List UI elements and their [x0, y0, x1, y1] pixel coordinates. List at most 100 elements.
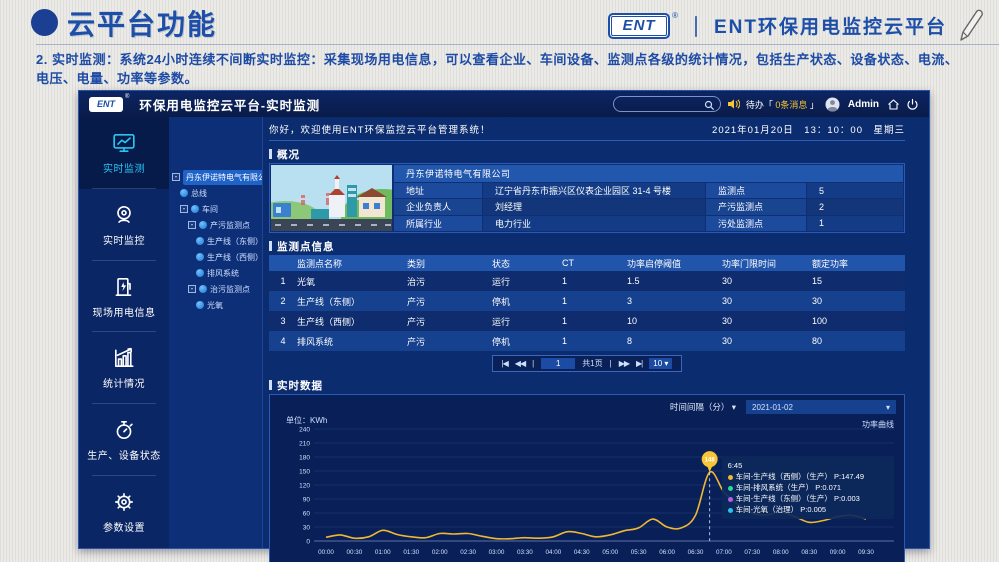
tree-collapse-icon[interactable]: - — [188, 285, 196, 293]
company-illustration — [271, 165, 392, 231]
column-header: 类别 — [407, 257, 492, 270]
tree-node[interactable]: -丹东伊诺特电气有限公司 — [169, 169, 262, 185]
svg-text:0: 0 — [306, 539, 310, 546]
column-header: 功率门限时间 — [722, 257, 812, 270]
tree-collapse-icon[interactable]: - — [188, 221, 196, 229]
stopwatch-icon — [112, 418, 136, 442]
ent-logo: ENT — [608, 13, 670, 39]
svg-text:02:30: 02:30 — [460, 549, 476, 556]
svg-text:07:00: 07:00 — [716, 549, 732, 556]
registered-mark-small: ® — [125, 94, 129, 100]
todo-status[interactable]: 待办「 0条消息 」 — [746, 98, 819, 111]
svg-text:01:30: 01:30 — [403, 549, 419, 556]
overview-row: 企业负责人刘经理产污监测点2 — [394, 199, 903, 214]
username[interactable]: Admin — [848, 99, 879, 110]
gear-icon — [112, 490, 136, 514]
page-input[interactable]: 1 — [541, 358, 575, 369]
tree: -丹东伊诺特电气有限公司总线-车间-产污监测点生产线（东侧）生产线（西侧）排风系… — [169, 117, 263, 548]
svg-text:02:00: 02:00 — [432, 549, 448, 556]
line-chart[interactable]: 030609012015018021024000:0000:3001:0001:… — [274, 423, 902, 562]
svg-text:240: 240 — [299, 427, 310, 434]
points-header: #监测点名称类别状态CT功率启停阈值功率门限时间额定功率 — [269, 255, 905, 271]
tree-node-icon — [180, 189, 188, 197]
svg-text:148: 148 — [705, 457, 716, 463]
table-row[interactable]: 2生产线（东侧）产污停机133030 — [269, 291, 905, 311]
tree-node[interactable]: -治污监测点 — [169, 281, 262, 297]
power-icon[interactable] — [906, 98, 919, 111]
points-section-title: 监测点信息 — [269, 239, 905, 253]
svg-text:09:30: 09:30 — [858, 549, 874, 556]
app-window: ENT ® 环保用电监控云平台-实时监测 待办「 0条消息 」 Admin — [78, 90, 930, 549]
sidebar-item-monitor-chart[interactable]: 实时监测 — [79, 117, 169, 189]
svg-text:150: 150 — [299, 469, 310, 476]
prev-page-icon[interactable]: ◀◀ — [515, 359, 525, 368]
svg-text:04:30: 04:30 — [574, 549, 590, 556]
svg-text:05:00: 05:00 — [602, 549, 618, 556]
tree-node[interactable]: 生产线（东侧） — [169, 233, 262, 249]
svg-text:04:00: 04:00 — [546, 549, 562, 556]
power-curve — [326, 472, 866, 539]
date-select[interactable]: 2021-01-02▾ — [746, 400, 896, 414]
brand-name: ENT环保用电监控云平台 — [714, 12, 947, 39]
header-divider — [36, 44, 999, 45]
svg-text:06:00: 06:00 — [659, 549, 675, 556]
tree-node-icon — [191, 205, 199, 213]
sidebar-item-gear[interactable]: 参数设置 — [79, 476, 169, 548]
bullet-dot — [31, 9, 58, 36]
tree-node[interactable]: -车间 — [169, 201, 262, 217]
charging-station-icon — [112, 275, 136, 299]
last-page-icon[interactable]: ▶| — [636, 359, 642, 368]
svg-text:05:30: 05:30 — [631, 549, 647, 556]
home-icon[interactable] — [887, 98, 900, 111]
tree-node-icon — [196, 269, 204, 277]
svg-text:03:30: 03:30 — [517, 549, 533, 556]
main-content: 你好，欢迎使用ENT环保监控云平台管理系统！ 2021年01月20日 13：10… — [263, 117, 929, 548]
registered-mark: ® — [672, 11, 678, 20]
tree-node-icon — [196, 253, 204, 261]
app-titlebar: ENT ® 环保用电监控云平台-实时监测 待办「 0条消息 」 Admin — [79, 91, 929, 117]
pagination: |◀ ◀◀ | 1 共1页 | ▶▶ ▶| 10 ▾ — [492, 355, 683, 372]
svg-text:08:00: 08:00 — [773, 549, 789, 556]
overview-card: 丹东伊诺特电气有限公司 地址辽宁省丹东市振兴区仪表企业园区 31-4 号楼监测点… — [269, 163, 905, 233]
page-size-select[interactable]: 10 ▾ — [649, 358, 672, 369]
column-header: 状态 — [492, 257, 562, 270]
tree-collapse-icon[interactable]: - — [180, 205, 188, 213]
page-title: 云平台功能 — [67, 3, 217, 43]
svg-text:210: 210 — [299, 441, 310, 448]
realtime-chart-card[interactable]: 时间间隔（分） ▾ 2021-01-02▾ 功率曲线 单位：KWh 030609… — [269, 394, 905, 562]
next-page-icon[interactable]: ▶▶ — [619, 359, 629, 368]
tree-node[interactable]: 总线 — [169, 185, 262, 201]
table-row[interactable]: 3生产线（西侧）产污运行11030100 — [269, 311, 905, 331]
table-row[interactable]: 1光氧治污运行11.53015 — [269, 271, 905, 291]
sidebar-item-charging-station[interactable]: 现场用电信息 — [79, 261, 169, 333]
tree-node-icon — [199, 285, 207, 293]
search-box[interactable] — [613, 96, 721, 112]
svg-text:90: 90 — [303, 497, 311, 504]
tree-node-icon — [196, 237, 204, 245]
tree-node[interactable]: 排风系统 — [169, 265, 262, 281]
first-page-icon[interactable]: |◀ — [502, 359, 508, 368]
brand: ENT ® ｜ ENT环保用电监控云平台 — [608, 11, 947, 40]
overview-row: 地址辽宁省丹东市振兴区仪表企业园区 31-4 号楼监测点5 — [394, 183, 903, 198]
tree-node[interactable]: 生产线（西侧） — [169, 249, 262, 265]
sidebar-item-webcam[interactable]: 实时监控 — [79, 189, 169, 261]
tree-node-icon — [196, 301, 204, 309]
sidebar-item-bar-chart[interactable]: 统计情况 — [79, 332, 169, 404]
table-row[interactable]: 4排风系统产污停机183080 — [269, 331, 905, 351]
tree-node-icon — [199, 221, 207, 229]
points-body: 1光氧治污运行11.530152生产线（东侧）产污停机1330303生产线（西侧… — [269, 271, 905, 351]
tree-node[interactable]: 光氧 — [169, 297, 262, 313]
svg-text:03:00: 03:00 — [489, 549, 505, 556]
tree-node[interactable]: -产污监测点 — [169, 217, 262, 233]
tree-collapse-icon[interactable]: - — [172, 173, 180, 181]
sidebar-item-stopwatch[interactable]: 生产、设备状态 — [79, 404, 169, 476]
interval-select[interactable]: 时间间隔（分） ▾ — [670, 401, 736, 413]
brand-divider: ｜ — [686, 11, 706, 40]
svg-text:30: 30 — [303, 525, 311, 532]
svg-text:06:30: 06:30 — [688, 549, 704, 556]
svg-text:07:30: 07:30 — [744, 549, 760, 556]
avatar[interactable] — [825, 97, 840, 112]
search-icon — [704, 100, 715, 111]
svg-text:60: 60 — [303, 511, 311, 518]
notification-speaker-icon[interactable] — [727, 98, 740, 110]
